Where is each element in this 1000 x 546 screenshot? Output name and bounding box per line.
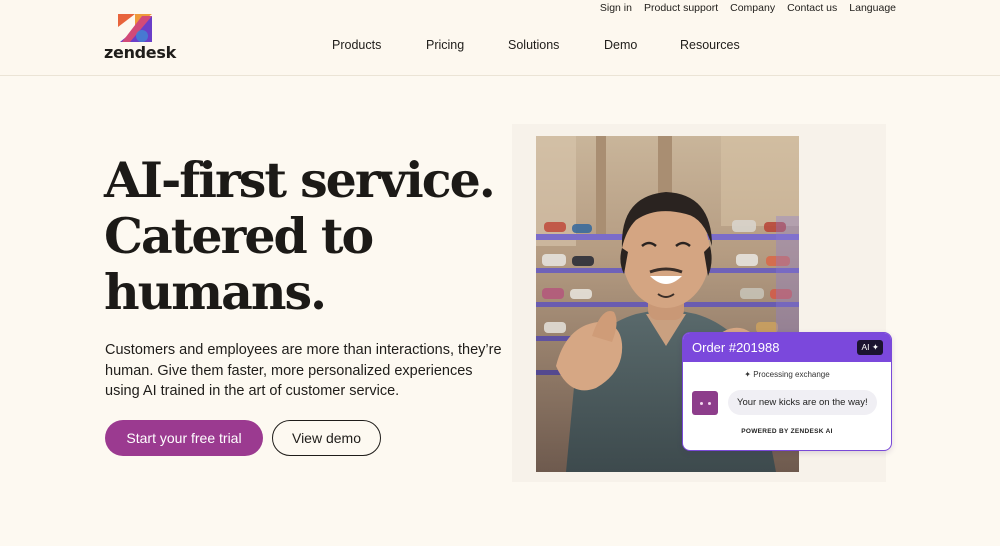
nav-solutions[interactable]: Solutions — [508, 38, 559, 52]
chat-widget-card[interactable]: Order #201988 AI ✦ ✦ Processing exchange… — [682, 332, 892, 451]
logo-wordmark: zendesk — [104, 43, 176, 62]
powered-by-label: POWERED BY ZENDESK AI — [741, 428, 833, 435]
zendesk-logo[interactable]: zendesk — [104, 14, 176, 64]
nav-products[interactable]: Products — [332, 38, 381, 52]
zendesk-logo-icon — [118, 14, 152, 42]
site-header: zendesk Sign in Product support Company … — [0, 0, 1000, 76]
bot-face-icon — [692, 391, 718, 415]
hero-title-line-2: Catered to — [104, 207, 374, 265]
start-free-trial-button[interactable]: Start your free trial — [105, 420, 263, 456]
company-link[interactable]: Company — [730, 2, 775, 14]
chat-message-bubble: Your new kicks are on the way! — [728, 390, 877, 415]
nav-pricing[interactable]: Pricing — [426, 38, 464, 52]
contact-us-link[interactable]: Contact us — [787, 2, 837, 14]
order-number: Order #201988 — [692, 340, 780, 355]
utility-nav: Sign in Product support Company Contact … — [600, 2, 896, 14]
processing-status: ✦ Processing exchange — [744, 370, 830, 379]
sign-in-link[interactable]: Sign in — [600, 2, 632, 14]
view-demo-button[interactable]: View demo — [272, 420, 381, 456]
product-support-link[interactable]: Product support — [644, 2, 718, 14]
ai-badge: AI ✦ — [857, 340, 883, 355]
nav-resources[interactable]: Resources — [680, 38, 740, 52]
hero-subtitle: Customers and employees are more than in… — [105, 342, 502, 399]
chat-header: Order #201988 AI ✦ — [683, 333, 891, 362]
hero-title: AI-first service. Catered to humans. — [104, 151, 496, 321]
nav-demo[interactable]: Demo — [604, 38, 637, 52]
hero-title-line-3: humans. — [104, 263, 327, 321]
language-link[interactable]: Language — [849, 2, 896, 14]
hero-title-line-1: AI-first service. — [104, 151, 496, 209]
